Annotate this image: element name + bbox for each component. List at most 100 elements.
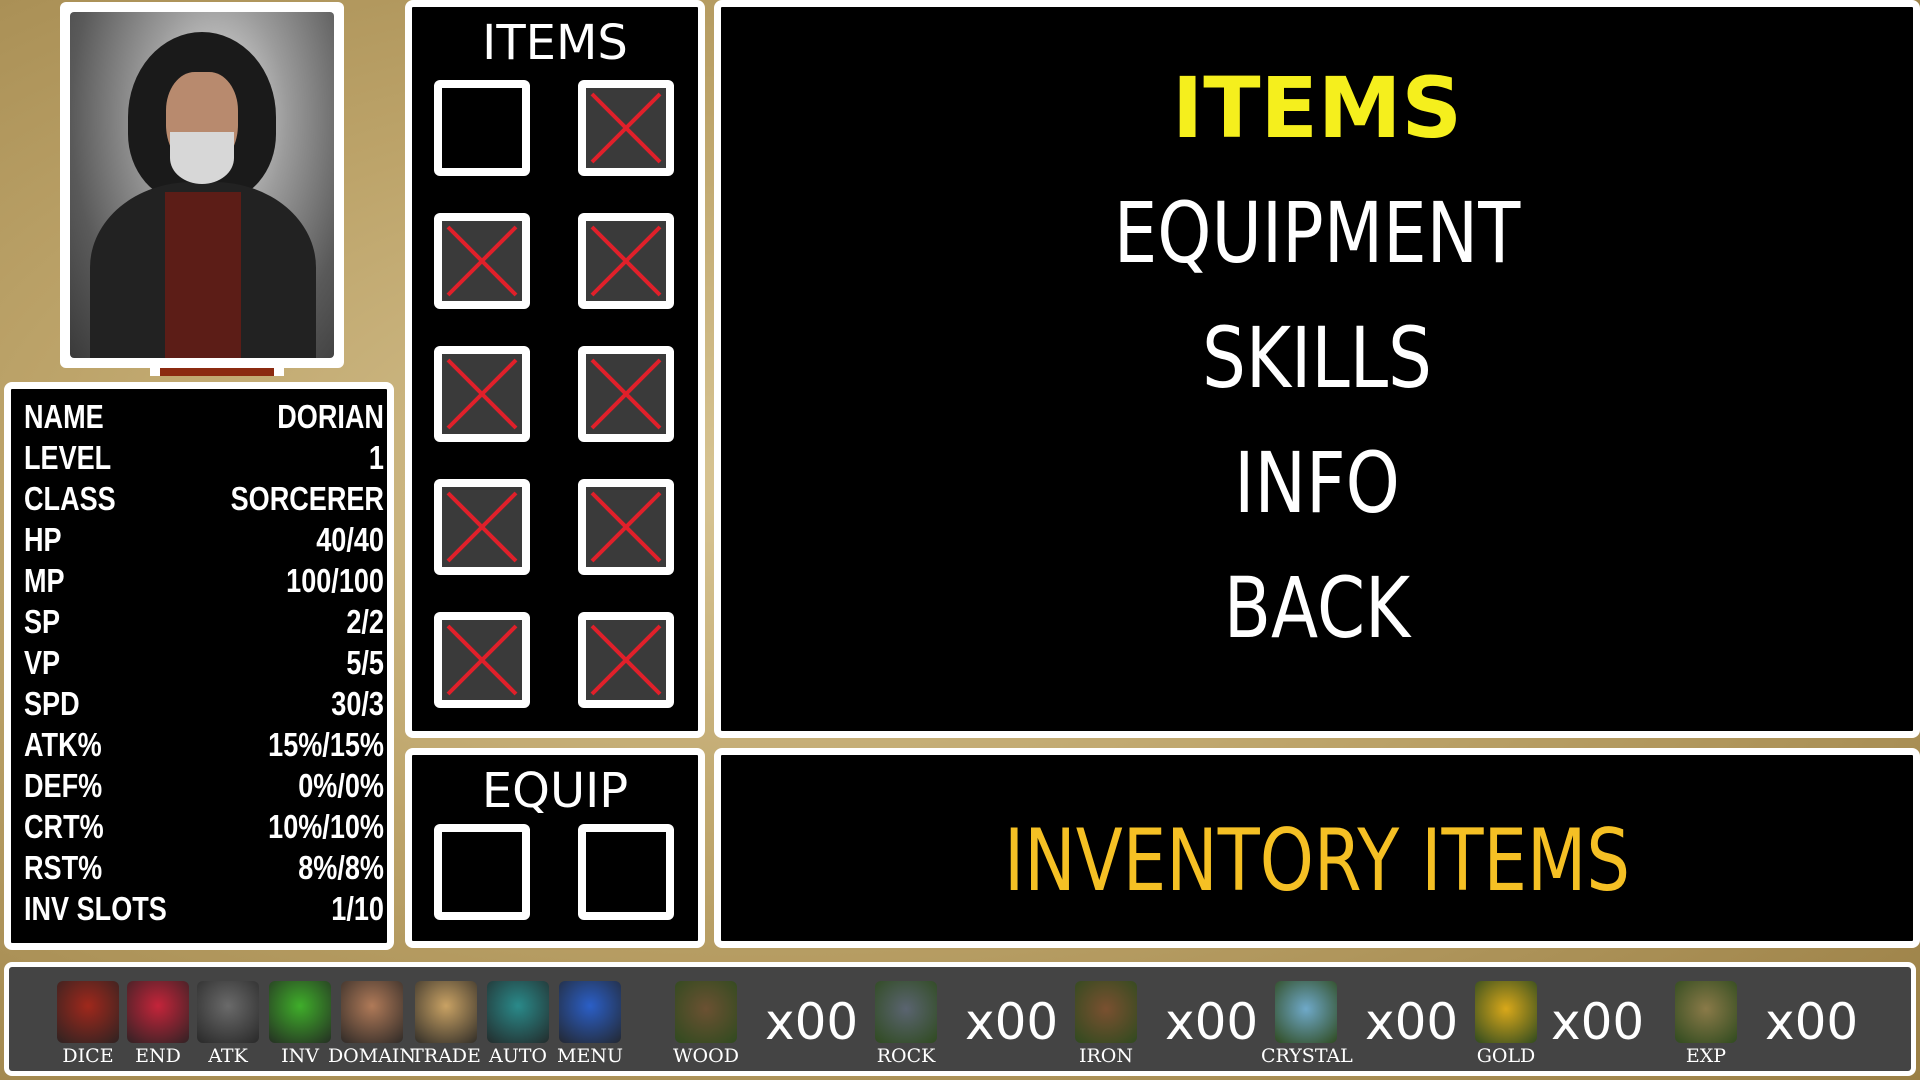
locked-x-icon	[590, 491, 662, 563]
bottom-action-bar: DICE END ATK INV DOMAIN TRADE AUTO MENU WOOD x00 R…	[4, 962, 1916, 1076]
stat-label: RST%	[24, 849, 103, 886]
rock-icon	[875, 981, 937, 1043]
stat-row: NAME DORIAN	[24, 397, 384, 437]
inventory-slot-4[interactable]	[578, 213, 674, 309]
stat-label: INV SLOTS	[24, 890, 167, 927]
stat-row: VP 5/5	[24, 643, 384, 683]
equip-slot-1[interactable]	[434, 824, 530, 920]
gold-icon	[1475, 981, 1537, 1043]
locked-x-icon	[590, 358, 662, 430]
stat-row: SPD 30/3	[24, 684, 384, 724]
stat-value: SORCERER	[230, 480, 384, 517]
stat-value: 1/10	[331, 890, 384, 927]
stat-value: 1	[368, 439, 384, 476]
stat-row: RST% 8%/8%	[24, 848, 384, 888]
action-auto-button[interactable]: AUTO	[485, 981, 551, 1067]
backpack-icon	[269, 981, 331, 1043]
stat-row: ATK% 15%/15%	[24, 725, 384, 765]
stat-value: 5/5	[346, 644, 384, 681]
exp-icon	[1675, 981, 1737, 1043]
info-panel: INVENTORY ITEMS	[714, 748, 1920, 948]
menu-item-equipment[interactable]: EQUIPMENT	[828, 184, 1805, 282]
action-label: MENU	[557, 1045, 623, 1067]
resource-gold: GOLD	[1473, 981, 1539, 1067]
portrait-tab	[150, 366, 284, 376]
stat-label: SP	[24, 603, 61, 640]
locked-x-icon	[590, 92, 662, 164]
stat-row: CRT% 10%/10%	[24, 807, 384, 847]
action-dice-button[interactable]: DICE	[55, 981, 121, 1067]
iron-icon	[1075, 981, 1137, 1043]
resource-label: EXP	[1685, 1045, 1727, 1067]
stat-row: INV SLOTS 1/10	[24, 889, 384, 929]
resource-crystal: CRYSTAL	[1261, 981, 1353, 1067]
resource-wood: WOOD	[673, 981, 739, 1067]
stat-label: CLASS	[24, 480, 116, 517]
character-stats-panel: NAME DORIAN LEVEL 1 CLASS SORCERER HP 40/40 MP 10…	[4, 382, 394, 950]
action-atk-button[interactable]: ATK	[195, 981, 261, 1067]
resource-label: WOOD	[673, 1045, 739, 1067]
locked-x-icon	[590, 225, 662, 297]
items-panel: ITEMS	[405, 0, 705, 738]
locked-x-icon	[446, 624, 518, 696]
menu-item-back[interactable]: BACK	[828, 559, 1805, 657]
stat-row: HP 40/40	[24, 520, 384, 560]
stat-row: SP 2/2	[24, 602, 384, 642]
inventory-slot-1[interactable]	[434, 80, 530, 176]
inventory-slot-3[interactable]	[434, 213, 530, 309]
locked-x-icon	[446, 358, 518, 430]
inventory-slot-7[interactable]	[434, 479, 530, 575]
trade-icon	[415, 981, 477, 1043]
crystal-icon	[1275, 981, 1337, 1043]
action-trade-button[interactable]: TRADE	[411, 981, 481, 1067]
inventory-slot-6[interactable]	[578, 346, 674, 442]
character-portrait	[60, 2, 344, 368]
inventory-slot-10[interactable]	[578, 612, 674, 708]
locked-x-icon	[446, 225, 518, 297]
stat-label: HP	[24, 521, 62, 558]
action-menu-button[interactable]: MENU	[557, 981, 623, 1067]
resource-count: x00	[965, 993, 1059, 1051]
stat-label: LEVEL	[24, 439, 112, 476]
stat-label: SPD	[24, 685, 80, 722]
resource-count: x00	[1165, 993, 1259, 1051]
main-menu-panel: ITEMS EQUIPMENT SKILLS INFO BACK	[714, 0, 1920, 738]
end-turn-icon	[127, 981, 189, 1043]
menu-item-items[interactable]: ITEMS	[721, 59, 1913, 157]
locked-x-icon	[446, 491, 518, 563]
sorcerer-portrait-art	[70, 12, 334, 358]
crossed-swords-icon	[197, 981, 259, 1043]
resource-label: IRON	[1078, 1045, 1133, 1067]
menu-item-skills[interactable]: SKILLS	[828, 309, 1805, 407]
slot-inner	[442, 832, 522, 912]
stat-label: MP	[24, 562, 65, 599]
stat-value: 0%/0%	[298, 767, 384, 804]
equip-panel: EQUIP	[405, 748, 705, 948]
stat-value: 8%/8%	[298, 849, 384, 886]
resource-count: x00	[765, 993, 859, 1051]
equip-slot-2[interactable]	[578, 824, 674, 920]
inventory-slot-9[interactable]	[434, 612, 530, 708]
resource-label: CRYSTAL	[1261, 1045, 1353, 1067]
resource-iron: IRON	[1073, 981, 1139, 1067]
info-text: INVENTORY ITEMS	[1003, 811, 1631, 911]
stat-row: MP 100/100	[24, 561, 384, 601]
stat-value: 30/3	[331, 685, 384, 722]
inventory-slot-8[interactable]	[578, 479, 674, 575]
inventory-slot-2[interactable]	[578, 80, 674, 176]
menu-item-info[interactable]: INFO	[828, 434, 1805, 532]
inventory-slot-5[interactable]	[434, 346, 530, 442]
resource-count: x00	[1765, 993, 1859, 1051]
stat-value: 100/100	[286, 562, 384, 599]
stat-label: NAME	[24, 398, 104, 435]
auto-icon	[487, 981, 549, 1043]
stat-value: 10%/10%	[268, 808, 384, 845]
equip-panel-title: EQUIP	[481, 763, 629, 819]
action-inv-button[interactable]: INV	[267, 981, 333, 1067]
action-domain-button[interactable]: DOMAIN	[328, 981, 416, 1067]
action-end-button[interactable]: END	[125, 981, 191, 1067]
stat-row: CLASS SORCERER	[24, 479, 384, 519]
items-panel-title: ITEMS	[482, 15, 628, 71]
stat-value: 40/40	[316, 521, 384, 558]
stat-label: VP	[24, 644, 61, 681]
